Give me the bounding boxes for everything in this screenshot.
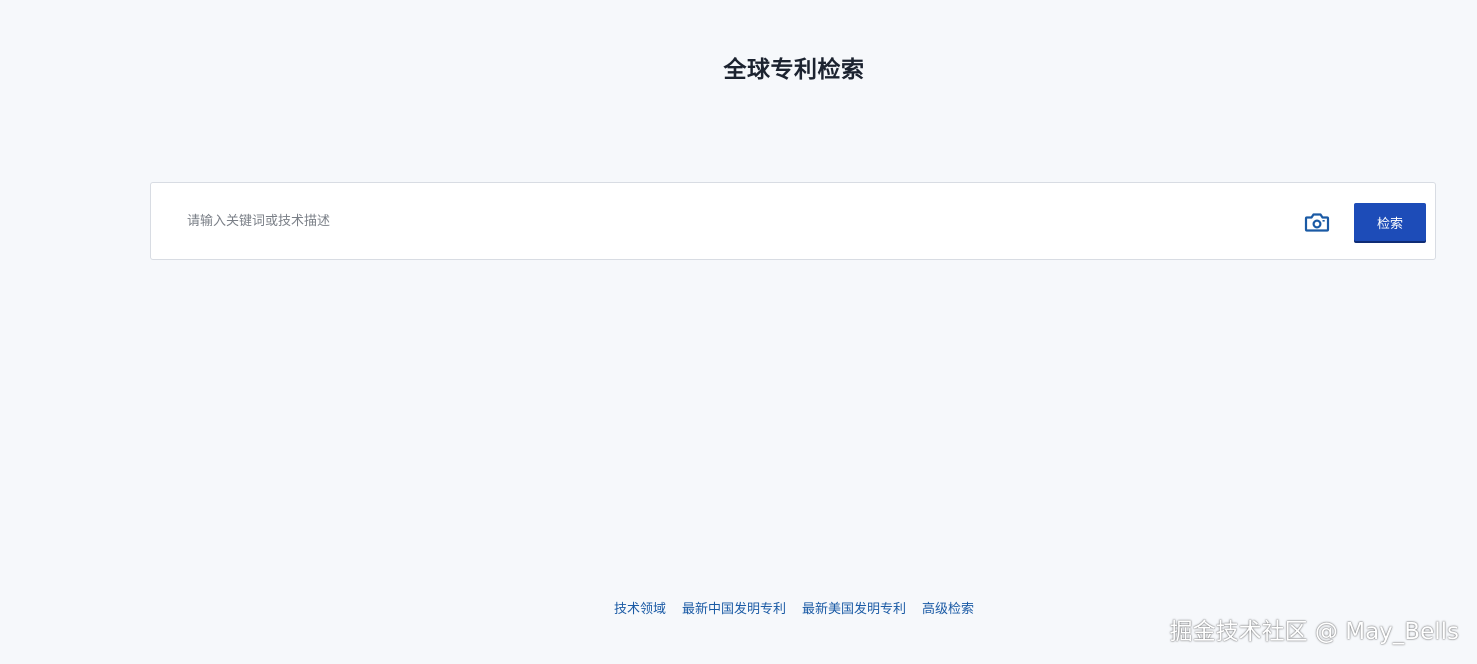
search-input[interactable]: [173, 203, 1273, 239]
search-button[interactable]: 检索: [1354, 203, 1426, 241]
search-box: 检索: [150, 182, 1436, 260]
camera-icon[interactable]: [1301, 207, 1333, 237]
footer-link-latest-us-patents[interactable]: 最新美国发明专利: [802, 598, 906, 617]
footer-link-advanced-search[interactable]: 高级检索: [922, 598, 974, 617]
footer-link-tech-fields[interactable]: 技术领域: [614, 598, 666, 617]
camera-icon-svg: [1304, 213, 1330, 232]
page-title: 全球专利检索: [723, 57, 865, 83]
footer-link-latest-cn-patents[interactable]: 最新中国发明专利: [682, 598, 786, 617]
watermark: 掘金技术社区 @ May_Bells: [1169, 619, 1459, 645]
